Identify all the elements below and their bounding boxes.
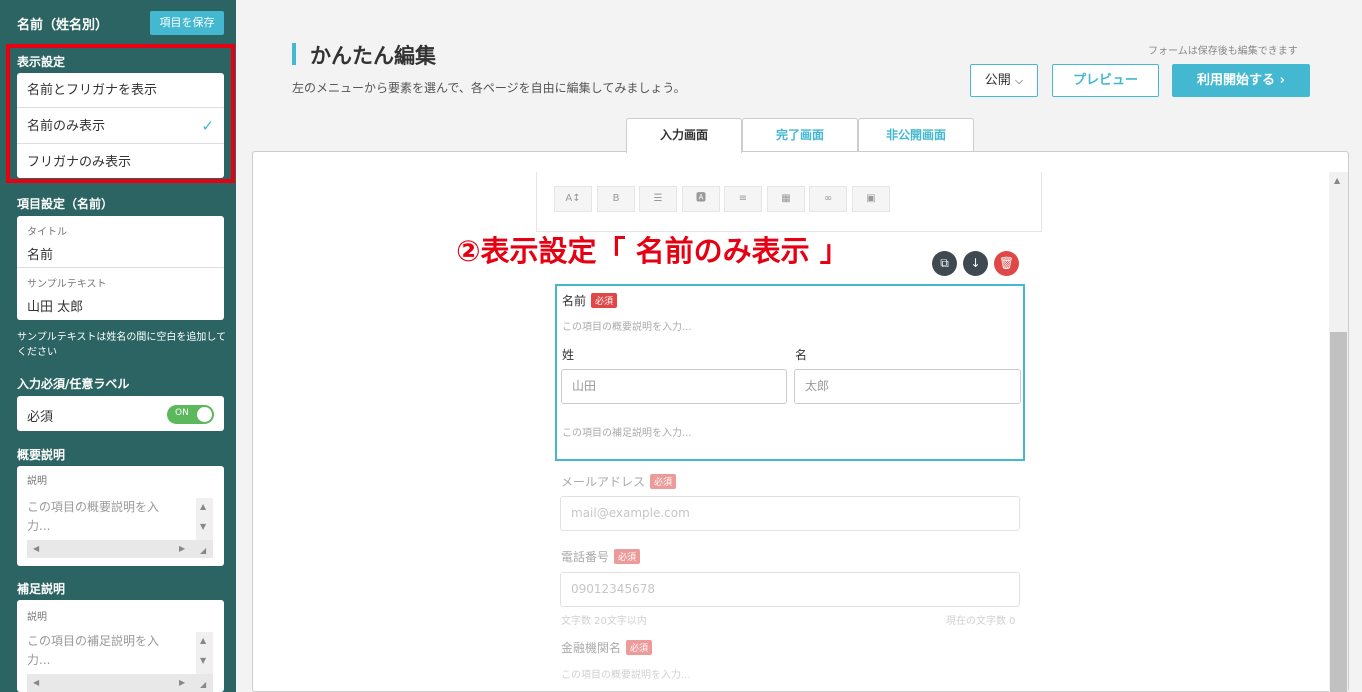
scroll-up-icon[interactable]: ▲ xyxy=(200,502,206,511)
last-name-input[interactable]: 山田 xyxy=(561,369,787,404)
scroll-right-icon[interactable]: ▶ xyxy=(179,544,185,553)
page-title: かんたん編集 xyxy=(310,44,436,68)
phone-field-title: 電話番号 必須 xyxy=(561,548,641,565)
supp-field-label: 説明 xyxy=(27,612,47,623)
link-icon[interactable]: ∞ xyxy=(809,186,847,212)
scroll-left-icon[interactable]: ◀ xyxy=(33,678,39,687)
save-note: フォームは保存後も編集できます xyxy=(1148,46,1298,57)
tab-complete[interactable]: 完了画面 xyxy=(742,118,858,152)
supp-hint: この項目の補足説明を入力... xyxy=(562,428,692,439)
sidebar-title: 名前（姓名別） xyxy=(17,18,109,33)
preview-button[interactable]: プレビュー xyxy=(1052,64,1159,97)
resize-grip-icon[interactable]: ◢ xyxy=(200,546,206,555)
bank-field-title: 金融機関名 必須 xyxy=(561,639,653,656)
copy-icon[interactable]: ⧉ xyxy=(932,251,957,276)
phone-input[interactable]: 09012345678 xyxy=(560,572,1020,607)
divider xyxy=(17,267,224,268)
title-field[interactable]: 名前 xyxy=(27,244,53,263)
scroll-up-icon[interactable]: ▲ xyxy=(200,636,206,645)
summary-section-label: 概要説明 xyxy=(17,448,66,462)
sample-field-label: サンプルテキスト xyxy=(27,279,107,290)
summary-textarea[interactable]: この項目の概要説明を入力... ▲ ▼ ◀ ▶ ◢ xyxy=(27,498,213,558)
title-field-label: タイトル xyxy=(27,227,67,238)
tab-input[interactable]: 入力画面 xyxy=(626,118,742,153)
bold-icon[interactable]: B xyxy=(597,186,635,212)
summary-placeholder: この項目の概要説明を入力... xyxy=(27,500,160,533)
last-name-label: 姓 xyxy=(562,348,575,362)
char-count: 現在の文字数 0 xyxy=(946,616,1016,627)
char-limit: 文字数 20文字以内 xyxy=(561,616,647,627)
list-icon[interactable]: ☰ xyxy=(639,186,677,212)
scroll-up-icon[interactable]: ▲ xyxy=(1334,176,1340,185)
first-name-label: 名 xyxy=(795,348,808,362)
chevron-down-icon: ⌵ xyxy=(1014,74,1024,87)
image-icon[interactable]: ▣ xyxy=(852,186,890,212)
start-button[interactable]: 利用開始する › xyxy=(1172,64,1310,97)
sample-field[interactable]: 山田 太郎 xyxy=(27,296,83,315)
email-field-title: メールアドレス 必須 xyxy=(561,473,677,490)
required-toggle[interactable]: ON xyxy=(167,405,214,424)
required-section-label: 入力必須/任意ラベル xyxy=(17,377,130,391)
page-subtitle: 左のメニューから要素を選んで、各ページを自由に編集してみましょう。 xyxy=(292,81,686,95)
summary-hint: この項目の概要説明を入力... xyxy=(562,322,692,333)
delete-icon[interactable]: 🗑 xyxy=(994,251,1019,276)
horizontal-scrollbar[interactable]: ◀ ▶ ◢ xyxy=(27,540,213,558)
sidebar: 名前（姓名別） 項目を保存 表示設定 名前とフリガナを表示 名前のみ表示 ✓ フリ… xyxy=(0,0,236,692)
item-settings-label: 項目設定（名前） xyxy=(17,197,114,211)
title-accent-bar xyxy=(292,43,296,65)
toggle-label: ON xyxy=(175,408,189,418)
bank-label: 金融機関名 xyxy=(561,641,622,655)
bank-hint: この項目の概要説明を入力... xyxy=(561,670,691,681)
email-label: メールアドレス xyxy=(561,475,646,489)
name-field-title: 名前 必須 xyxy=(562,292,618,309)
phone-label: 電話番号 xyxy=(561,550,610,564)
supp-card: 説明 この項目の補足説明を入力... ▲ ▼ ◀ ▶ ◢ xyxy=(17,600,224,692)
supp-textarea[interactable]: この項目の補足説明を入力... ▲ ▼ ◀ ▶ ◢ xyxy=(27,632,213,692)
required-badge: 必須 xyxy=(614,549,641,564)
vertical-scrollbar[interactable]: ▲ ▼ xyxy=(196,632,213,674)
align-icon[interactable]: ≡ xyxy=(724,186,762,212)
annotation-text: ②表示設定「 名前のみ表示 」 xyxy=(456,234,849,268)
required-label: 必須 xyxy=(27,410,54,425)
first-name-input[interactable]: 太郎 xyxy=(794,369,1021,404)
scroll-down-icon[interactable]: ▼ xyxy=(200,656,206,665)
save-item-button[interactable]: 項目を保存 xyxy=(150,11,224,35)
supp-placeholder: この項目の補足説明を入力... xyxy=(27,634,160,667)
scroll-down-icon[interactable]: ▼ xyxy=(200,522,206,531)
summary-card: 説明 この項目の概要説明を入力... ▲ ▼ ◀ ▶ ◢ xyxy=(17,466,224,566)
toggle-knob xyxy=(197,407,212,422)
format-toolbar: A↕ B ☰ 🅰 ≡ ▦ ∞ ▣ xyxy=(536,172,1042,232)
required-badge: 必須 xyxy=(591,293,618,308)
required-badge: 必須 xyxy=(650,474,677,489)
publish-label: 公開 xyxy=(984,73,1011,88)
required-card: 必須 ON xyxy=(17,396,224,431)
font-size-icon[interactable]: A↕ xyxy=(554,186,592,212)
start-label: 利用開始する xyxy=(1197,73,1276,88)
required-badge: 必須 xyxy=(626,640,653,655)
text-color-icon[interactable]: 🅰 xyxy=(682,186,720,212)
chevron-right-icon: › xyxy=(1279,73,1285,88)
resize-grip-icon[interactable]: ◢ xyxy=(200,680,206,689)
supp-section-label: 補足説明 xyxy=(17,582,66,596)
horizontal-scrollbar[interactable]: ◀ ▶ ◢ xyxy=(27,674,213,692)
email-input[interactable]: mail@example.com xyxy=(560,496,1020,531)
table-icon[interactable]: ▦ xyxy=(767,186,805,212)
item-settings-card: タイトル 名前 サンプルテキスト 山田 太郎 xyxy=(17,216,224,320)
sample-note: サンプルテキストは姓名の間に空白を追加してください xyxy=(17,332,227,358)
sidebar-header: 名前（姓名別） 項目を保存 xyxy=(0,0,236,44)
name-field-block[interactable]: 名前 必須 この項目の概要説明を入力... 姓 名 山田 太郎 この項目の補足説明… xyxy=(555,284,1025,461)
move-down-icon[interactable]: ↓ xyxy=(963,251,988,276)
panel-scrollbar[interactable]: ▲ xyxy=(1329,172,1348,692)
scroll-left-icon[interactable]: ◀ xyxy=(33,544,39,553)
publish-select[interactable]: 公開 ⌵ xyxy=(970,64,1038,97)
tab-private[interactable]: 非公開画面 xyxy=(858,118,974,152)
vertical-scrollbar[interactable]: ▲ ▼ xyxy=(196,498,213,540)
highlight-box xyxy=(6,44,235,183)
summary-field-label: 説明 xyxy=(27,476,47,487)
name-label: 名前 xyxy=(562,294,587,308)
scroll-thumb[interactable] xyxy=(1330,332,1347,692)
scroll-right-icon[interactable]: ▶ xyxy=(179,678,185,687)
